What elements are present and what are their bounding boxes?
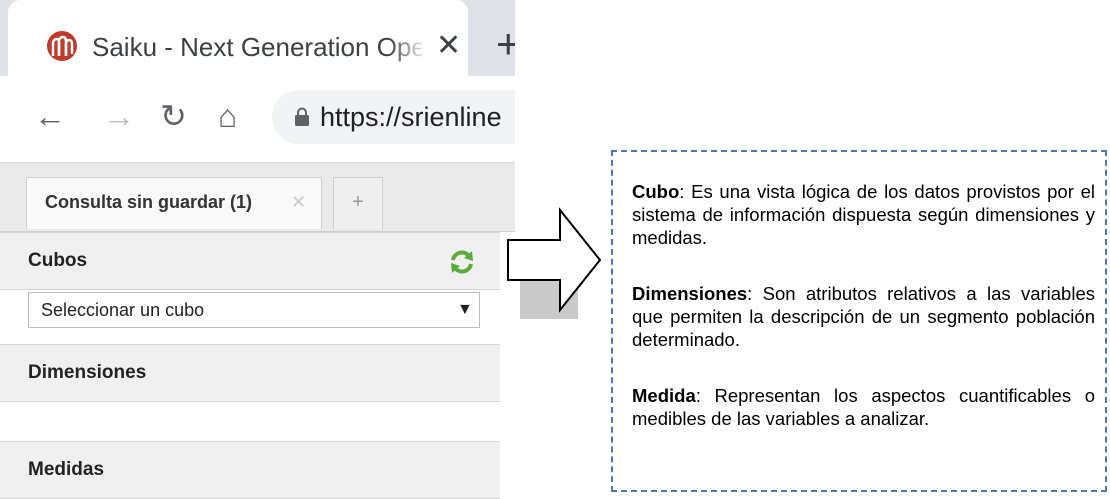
add-query-tab-button[interactable]: +	[333, 177, 383, 229]
measures-header: Medidas	[0, 441, 500, 499]
arrow-right-icon	[507, 207, 602, 313]
close-icon[interactable]: ✕	[291, 192, 306, 213]
term-cubo: Cubo	[632, 181, 680, 202]
refresh-icon[interactable]	[448, 248, 476, 276]
browser-screenshot: Saiku - Next Generation Open Sc ✕ + ← → …	[0, 0, 515, 499]
definition-cubo: Cubo: Es una vista lógica de los datos p…	[632, 180, 1095, 249]
sidebar: Cubos Seleccionar un cubo ▼ Dimensiones …	[0, 232, 501, 499]
tab-title-fade	[388, 26, 428, 66]
browser-toolbar: ← → ↻ ⌂ https://srienline	[0, 76, 515, 163]
forward-icon[interactable]: →	[103, 94, 135, 138]
cubes-header-label: Cubos	[28, 250, 88, 271]
saiku-favicon-icon	[47, 31, 77, 61]
term-medida: Medida	[632, 385, 696, 406]
cubes-header: Cubos	[0, 232, 500, 290]
lock-icon	[295, 107, 309, 126]
definition-medida: Medida: Representan los aspectos cuantif…	[632, 384, 1095, 430]
browser-tab[interactable]: Saiku - Next Generation Open Sc ✕	[8, 0, 468, 76]
browser-tab-strip: Saiku - Next Generation Open Sc ✕ +	[0, 0, 515, 76]
chevron-down-icon: ▼	[457, 301, 473, 318]
new-tab-icon[interactable]: +	[496, 22, 515, 66]
address-bar[interactable]: https://srienline	[272, 90, 515, 144]
definition-cubo-text: : Es una vista lógica de los datos provi…	[632, 181, 1095, 248]
query-tab-label: Consulta sin guardar (1)	[45, 192, 253, 212]
cube-select[interactable]: Seleccionar un cubo ▼	[28, 292, 480, 328]
saiku-query-tabbar: Consulta sin guardar (1) ✕ +	[0, 163, 515, 232]
url-text: https://srienline	[320, 102, 502, 132]
dimensions-header-label: Dimensiones	[28, 362, 147, 383]
close-icon[interactable]: ✕	[436, 26, 461, 66]
measures-header-label: Medidas	[28, 459, 105, 480]
query-tab[interactable]: Consulta sin guardar (1) ✕	[26, 177, 322, 229]
reload-icon[interactable]: ↻	[160, 94, 187, 138]
term-dimensiones: Dimensiones	[632, 283, 748, 304]
back-icon[interactable]: ←	[34, 94, 66, 138]
home-icon[interactable]: ⌂	[218, 94, 237, 138]
definitions-callout: Cubo: Es una vista lógica de los datos p…	[611, 150, 1107, 492]
browser-tab-title: Saiku - Next Generation Open Sc	[92, 32, 422, 62]
dimensions-header: Dimensiones	[0, 344, 500, 402]
definition-dimensiones: Dimensiones: Son atributos relativos a l…	[632, 282, 1095, 351]
definition-medida-text: : Representan los aspectos cuantificable…	[632, 385, 1095, 429]
cube-select-value: Seleccionar un cubo	[41, 300, 205, 320]
